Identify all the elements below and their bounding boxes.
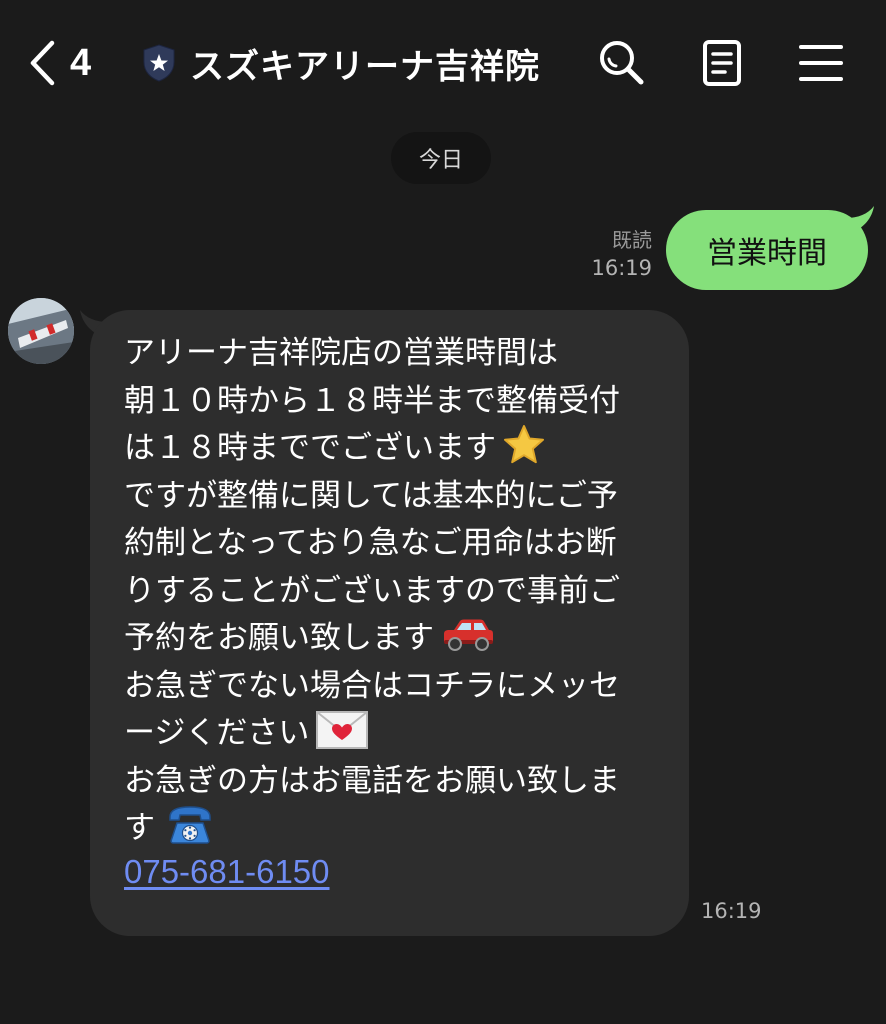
outgoing-message-meta: 既読 16:19 [591,226,652,282]
avatar[interactable] [8,298,74,364]
outgoing-message-time: 16:19 [591,256,652,280]
message-line: りすることがございますので事前ご [124,564,679,612]
back-button[interactable]: 4 [28,36,91,90]
search-button[interactable] [596,38,646,88]
message-line: お急ぎでない場合はコチラにメッセ [124,659,679,707]
chat-header: 4 スズキアリーナ吉祥院 [0,0,886,124]
shield-star-icon [142,43,190,83]
message-line: ージください [124,706,679,754]
notes-button[interactable] [698,38,748,88]
love-letter-emoji [315,710,369,750]
incoming-message-bubble[interactable]: アリーナ吉祥院店の営業時間は 朝１０時から１８時半まで整備受付 は１８時まででご… [90,310,689,936]
message-line-text: 朝１０時から１８時半まで整備受付 [124,382,620,419]
outgoing-message-bubble[interactable]: 営業時間 [666,210,868,290]
message-line-text: りすることがございますので事前ご [124,572,620,609]
menu-icon [796,38,846,88]
message-line-text: ージください [124,715,310,752]
message-line-text: す [124,810,155,847]
car-emoji [440,618,496,652]
phone-number-link[interactable]: 075-681-6150 [124,853,679,891]
message-line: お急ぎの方はお電話をお願い致しま [124,754,679,802]
message-line-text: ですが整備に関しては基本的にご予 [124,477,618,514]
note-icon [698,38,748,88]
chat-title-area[interactable]: スズキアリーナ吉祥院 [142,36,540,90]
message-line: アリーナ吉祥院店の営業時間は [124,326,679,374]
message-line: す [124,801,679,849]
message-line: 約制となっており急なご用命はお断 [124,516,679,564]
message-line-text: アリーナ吉祥院店の営業時間は [124,335,558,372]
message-line: は１８時まででございます [124,421,679,469]
read-status: 既読 [612,228,652,252]
message-line: 予約をお願い致します [124,611,679,659]
chat-screen: 4 スズキアリーナ吉祥院 今日 既読 16:19 営業時間 アリーナ吉祥院店の営… [0,0,886,1024]
telephone-emoji [167,805,213,845]
message-line-text: 予約をお願い致します [124,620,434,657]
outgoing-message-text: 営業時間 [707,236,827,271]
date-separator: 今日 [391,132,491,184]
message-line-text: お急ぎでない場合はコチラにメッセ [124,667,620,704]
message-line-text: 約制となっており急なご用命はお断 [124,525,617,562]
unread-count: 4 [70,41,92,84]
menu-button[interactable] [796,38,846,88]
message-line-text: は１８時まででございます [124,430,496,467]
message-line-text: お急ぎの方はお電話をお願い致しま [124,762,620,799]
message-line: ですが整備に関しては基本的にご予 [124,469,679,517]
chevron-left-icon [28,39,56,87]
chat-title: スズキアリーナ吉祥院 [190,46,540,87]
search-icon [596,38,646,88]
message-line: 朝１０時から１８時半まで整備受付 [124,374,679,422]
incoming-message-time: 16:19 [701,899,762,923]
star-emoji [502,424,546,466]
